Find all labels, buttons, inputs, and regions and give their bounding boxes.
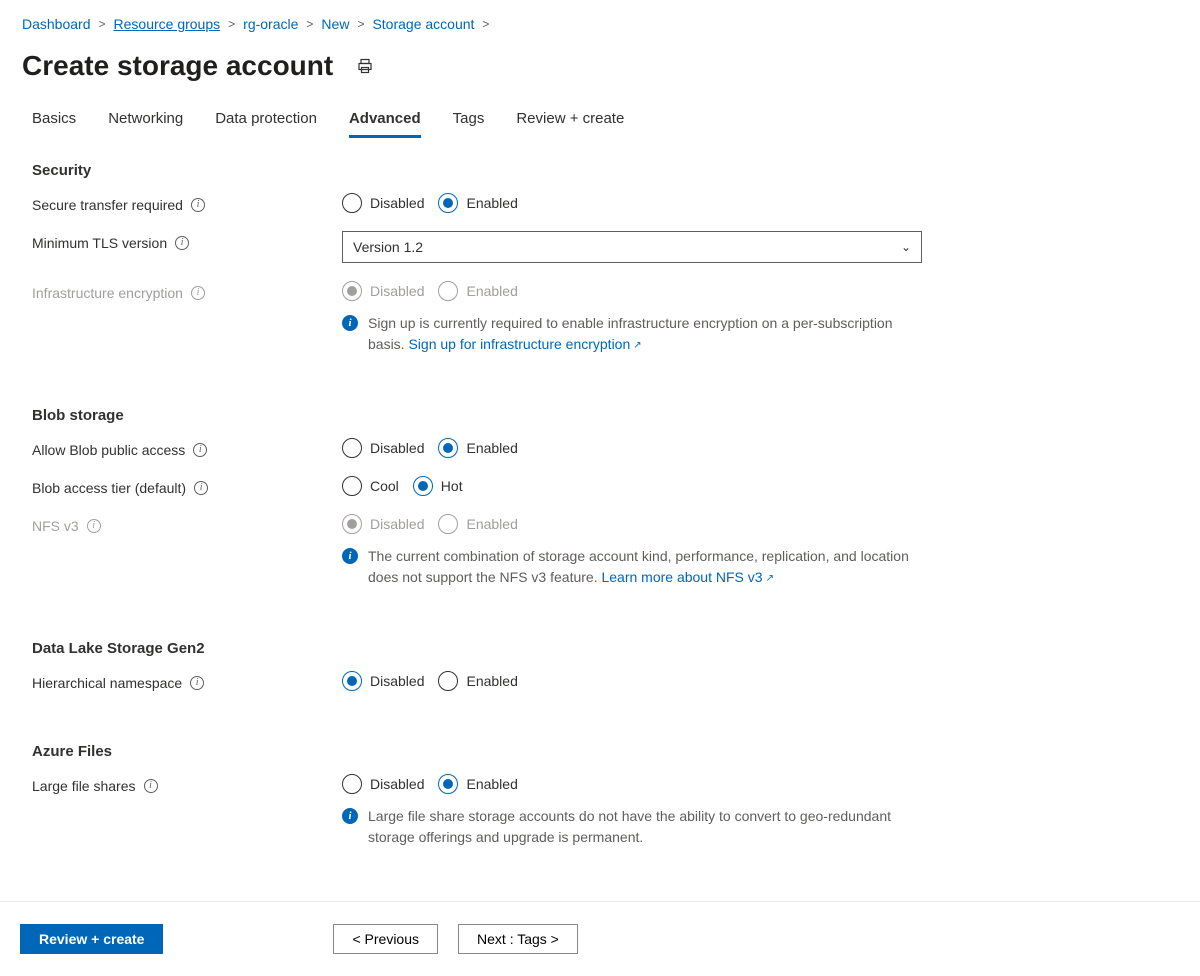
chevron-right-icon: > <box>224 17 239 31</box>
external-link-icon: ↗ <box>766 573 774 584</box>
info-icon[interactable]: i <box>190 676 204 690</box>
info-bullet-icon: i <box>342 808 358 824</box>
external-link-icon: ↗ <box>633 340 641 351</box>
infra-encryption-info: i Sign up is currently required to enabl… <box>342 313 922 355</box>
breadcrumb: Dashboard > Resource groups > rg-oracle … <box>22 10 1180 36</box>
nfs-learn-more-link[interactable]: Learn more about NFS v3↗ <box>601 569 773 585</box>
min-tls-label: Minimum TLS version <box>32 235 167 251</box>
infra-encryption-disabled-radio: Disabled <box>342 281 424 301</box>
section-security-heading: Security <box>32 162 1180 179</box>
secure-transfer-label: Secure transfer required <box>32 197 183 213</box>
section-files-heading: Azure Files <box>32 743 1180 760</box>
info-bullet-icon: i <box>342 548 358 564</box>
large-file-shares-info: i Large file share storage accounts do n… <box>342 806 922 848</box>
nfs-label: NFS v3 <box>32 518 79 534</box>
hns-enabled-radio[interactable]: Enabled <box>438 671 517 691</box>
large-file-shares-disabled-radio[interactable]: Disabled <box>342 774 424 794</box>
tab-advanced[interactable]: Advanced <box>349 106 421 138</box>
next-button[interactable]: Next : Tags > <box>458 924 578 954</box>
infra-encryption-label: Infrastructure encryption <box>32 285 183 301</box>
section-datalake-heading: Data Lake Storage Gen2 <box>32 640 1180 657</box>
tab-networking[interactable]: Networking <box>108 106 183 138</box>
infra-encryption-radio-group: Disabled Enabled <box>342 281 922 301</box>
info-icon[interactable]: i <box>87 519 101 533</box>
wizard-footer: Review + create < Previous Next : Tags > <box>0 901 1200 976</box>
chevron-down-icon: ⌄ <box>901 240 911 254</box>
chevron-right-icon: > <box>478 17 493 31</box>
secure-transfer-disabled-radio[interactable]: Disabled <box>342 193 424 213</box>
blob-access-tier-label: Blob access tier (default) <box>32 480 186 496</box>
blob-access-tier-radio-group: Cool Hot <box>342 476 922 496</box>
nfs-disabled-radio: Disabled <box>342 514 424 534</box>
blob-public-access-disabled-radio[interactable]: Disabled <box>342 438 424 458</box>
print-icon[interactable] <box>357 58 373 74</box>
min-tls-value: Version 1.2 <box>353 239 423 255</box>
info-icon[interactable]: i <box>191 286 205 300</box>
hns-label: Hierarchical namespace <box>32 675 182 691</box>
hns-disabled-radio[interactable]: Disabled <box>342 671 424 691</box>
info-icon[interactable]: i <box>191 198 205 212</box>
breadcrumb-storage-account[interactable]: Storage account <box>372 16 474 32</box>
previous-button[interactable]: < Previous <box>333 924 438 954</box>
breadcrumb-dashboard[interactable]: Dashboard <box>22 16 91 32</box>
tab-basics[interactable]: Basics <box>32 106 76 138</box>
blob-access-tier-hot-radio[interactable]: Hot <box>413 476 463 496</box>
blob-public-access-enabled-radio[interactable]: Enabled <box>438 438 517 458</box>
info-icon[interactable]: i <box>175 236 189 250</box>
page-title: Create storage account <box>22 50 333 82</box>
blob-public-access-label: Allow Blob public access <box>32 442 185 458</box>
tab-review-create[interactable]: Review + create <box>516 106 624 138</box>
breadcrumb-rg-oracle[interactable]: rg-oracle <box>243 16 298 32</box>
blob-access-tier-cool-radio[interactable]: Cool <box>342 476 399 496</box>
nfs-radio-group: Disabled Enabled <box>342 514 922 534</box>
large-file-shares-label: Large file shares <box>32 778 136 794</box>
nfs-enabled-radio: Enabled <box>438 514 517 534</box>
infra-encryption-signup-link[interactable]: Sign up for infrastructure encryption↗ <box>408 336 641 352</box>
secure-transfer-enabled-radio[interactable]: Enabled <box>438 193 517 213</box>
info-icon[interactable]: i <box>144 779 158 793</box>
chevron-right-icon: > <box>95 17 110 31</box>
info-bullet-icon: i <box>342 315 358 331</box>
info-icon[interactable]: i <box>194 481 208 495</box>
tab-tags[interactable]: Tags <box>453 106 485 138</box>
breadcrumb-new[interactable]: New <box>321 16 349 32</box>
hns-radio-group: Disabled Enabled <box>342 671 922 691</box>
secure-transfer-radio-group: Disabled Enabled <box>342 193 922 213</box>
review-create-button[interactable]: Review + create <box>20 924 163 954</box>
large-file-shares-enabled-radio[interactable]: Enabled <box>438 774 517 794</box>
min-tls-select[interactable]: Version 1.2 ⌄ <box>342 231 922 263</box>
infra-encryption-enabled-radio: Enabled <box>438 281 517 301</box>
breadcrumb-resource-groups[interactable]: Resource groups <box>114 16 221 32</box>
nfs-info: i The current combination of storage acc… <box>342 546 922 588</box>
section-blob-heading: Blob storage <box>32 407 1180 424</box>
tab-bar: Basics Networking Data protection Advanc… <box>22 106 1180 138</box>
info-icon[interactable]: i <box>193 443 207 457</box>
blob-public-access-radio-group: Disabled Enabled <box>342 438 922 458</box>
chevron-right-icon: > <box>353 17 368 31</box>
large-file-shares-radio-group: Disabled Enabled <box>342 774 922 794</box>
tab-data-protection[interactable]: Data protection <box>215 106 317 138</box>
chevron-right-icon: > <box>302 17 317 31</box>
